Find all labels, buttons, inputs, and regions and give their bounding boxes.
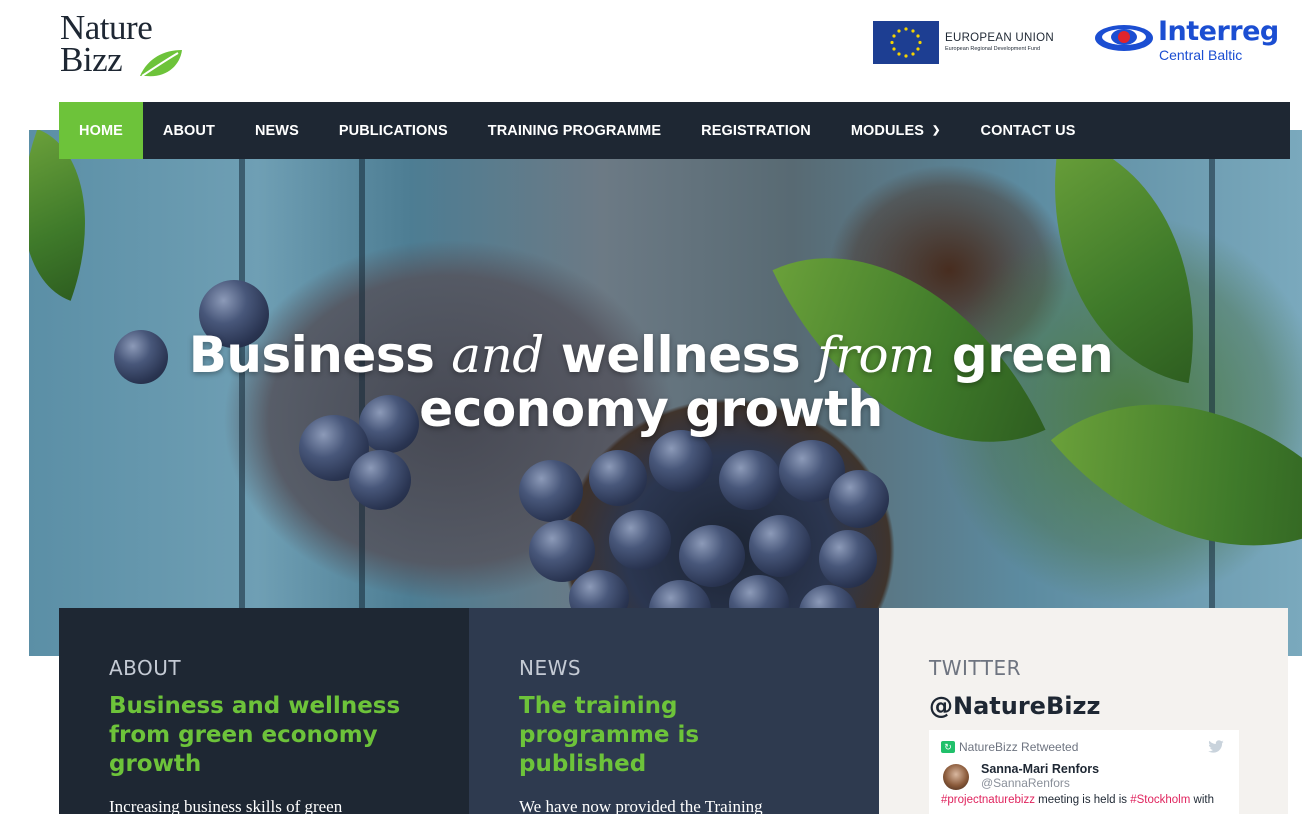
tweet-author-handle[interactable]: @SannaRenfors <box>981 776 1099 790</box>
blueberry <box>609 510 671 570</box>
nav-contact-us[interactable]: CONTACT US <box>961 102 1096 159</box>
tweet-author-name[interactable]: Sanna-Mari Renfors <box>981 762 1099 776</box>
blueberry <box>819 530 877 588</box>
nav-label: NEWS <box>254 122 299 139</box>
news-heading[interactable]: The training programme is published <box>519 692 829 779</box>
eu-logo[interactable]: EUROPEAN UNION European Regional Develop… <box>873 20 1054 64</box>
nav-label: REGISTRATION <box>701 122 811 139</box>
nav-publications[interactable]: PUBLICATIONS <box>319 102 468 159</box>
tweet-text-part: with <box>1190 794 1214 806</box>
eu-title: EUROPEAN UNION <box>945 32 1054 44</box>
nav-modules[interactable]: MODULES ❯ <box>831 102 961 159</box>
nav-label: HOME <box>79 122 123 139</box>
eu-flag-icon <box>873 20 939 64</box>
twitter-kicker: TWITTER <box>929 656 1022 680</box>
nav-label: ABOUT <box>162 122 215 139</box>
retweet-icon: ↻ <box>941 741 955 753</box>
news-body: We have now provided the Training <box>519 797 763 814</box>
news-panel: NEWS The training programme is published… <box>469 608 879 814</box>
leaf-icon <box>140 50 182 77</box>
eu-subtitle: European Regional Development Fund <box>945 46 1041 52</box>
naturebizz-logo[interactable]: Nature Bizz <box>60 10 190 82</box>
hero-word: Business <box>188 326 435 384</box>
blueberry <box>519 460 583 522</box>
hero-word-italic: from <box>817 326 935 384</box>
twitter-bird-icon[interactable] <box>1207 740 1225 754</box>
chevron-down-icon: ❯ <box>932 125 941 136</box>
nav-label: MODULES <box>850 122 925 139</box>
hashtag-link[interactable]: #projectnaturebizz <box>941 794 1035 806</box>
interreg-sub: Central Baltic <box>1159 47 1243 63</box>
blueberry <box>679 525 745 587</box>
about-body: Increasing business skills of green <box>109 797 343 814</box>
interreg-emblem-icon <box>1095 25 1153 51</box>
hero-line2: economy growth <box>419 380 883 438</box>
interreg-name: Interreg <box>1158 16 1279 47</box>
twitter-handle-heading[interactable]: @NatureBizz <box>929 692 1238 721</box>
nav-label: TRAINING PROGRAMME <box>487 122 662 139</box>
nav-label: PUBLICATIONS <box>338 122 448 139</box>
nav-training-programme[interactable]: TRAINING PROGRAMME <box>468 102 681 159</box>
about-panel: ABOUT Business and wellness from green e… <box>59 608 469 814</box>
tweet-text-part: meeting is held is <box>1034 794 1131 806</box>
blueberry <box>589 450 647 506</box>
interreg-logo[interactable]: Interreg Central Baltic <box>1094 16 1286 68</box>
nav-label: CONTACT US <box>980 122 1076 139</box>
blueberry <box>829 470 889 528</box>
about-kicker: ABOUT <box>109 656 182 680</box>
hashtag-link[interactable]: #Stockholm <box>1130 794 1190 806</box>
hero-word-italic: and <box>451 326 544 384</box>
nav-news[interactable]: NEWS <box>235 102 319 159</box>
blueberry <box>349 450 411 510</box>
avatar[interactable] <box>943 764 969 790</box>
retweeted-label: NatureBizz Retweeted <box>959 740 1079 754</box>
hero-headline: Business and wellness from green economy… <box>0 328 1302 436</box>
news-kicker: NEWS <box>519 656 582 680</box>
tweet-card[interactable]: ↻ NatureBizz Retweeted Sanna-Mari Renfor… <box>929 730 1239 814</box>
main-nav: HOME ABOUT NEWS PUBLICATIONS TRAINING PR… <box>59 102 1290 159</box>
twitter-panel: TWITTER @NatureBizz ↻ NatureBizz Retweet… <box>879 608 1288 814</box>
nav-about[interactable]: ABOUT <box>143 102 235 159</box>
hero-word: green <box>951 326 1114 384</box>
tweet-text: #projectnaturebizz meeting is held is #S… <box>941 794 1227 806</box>
blueberry <box>719 450 781 510</box>
about-heading[interactable]: Business and wellness from green economy… <box>109 692 419 779</box>
blueberry <box>649 430 713 492</box>
hero-word: wellness <box>560 326 801 384</box>
nav-registration[interactable]: REGISTRATION <box>681 102 831 159</box>
nav-home[interactable]: HOME <box>59 102 143 159</box>
blueberry <box>749 515 811 577</box>
